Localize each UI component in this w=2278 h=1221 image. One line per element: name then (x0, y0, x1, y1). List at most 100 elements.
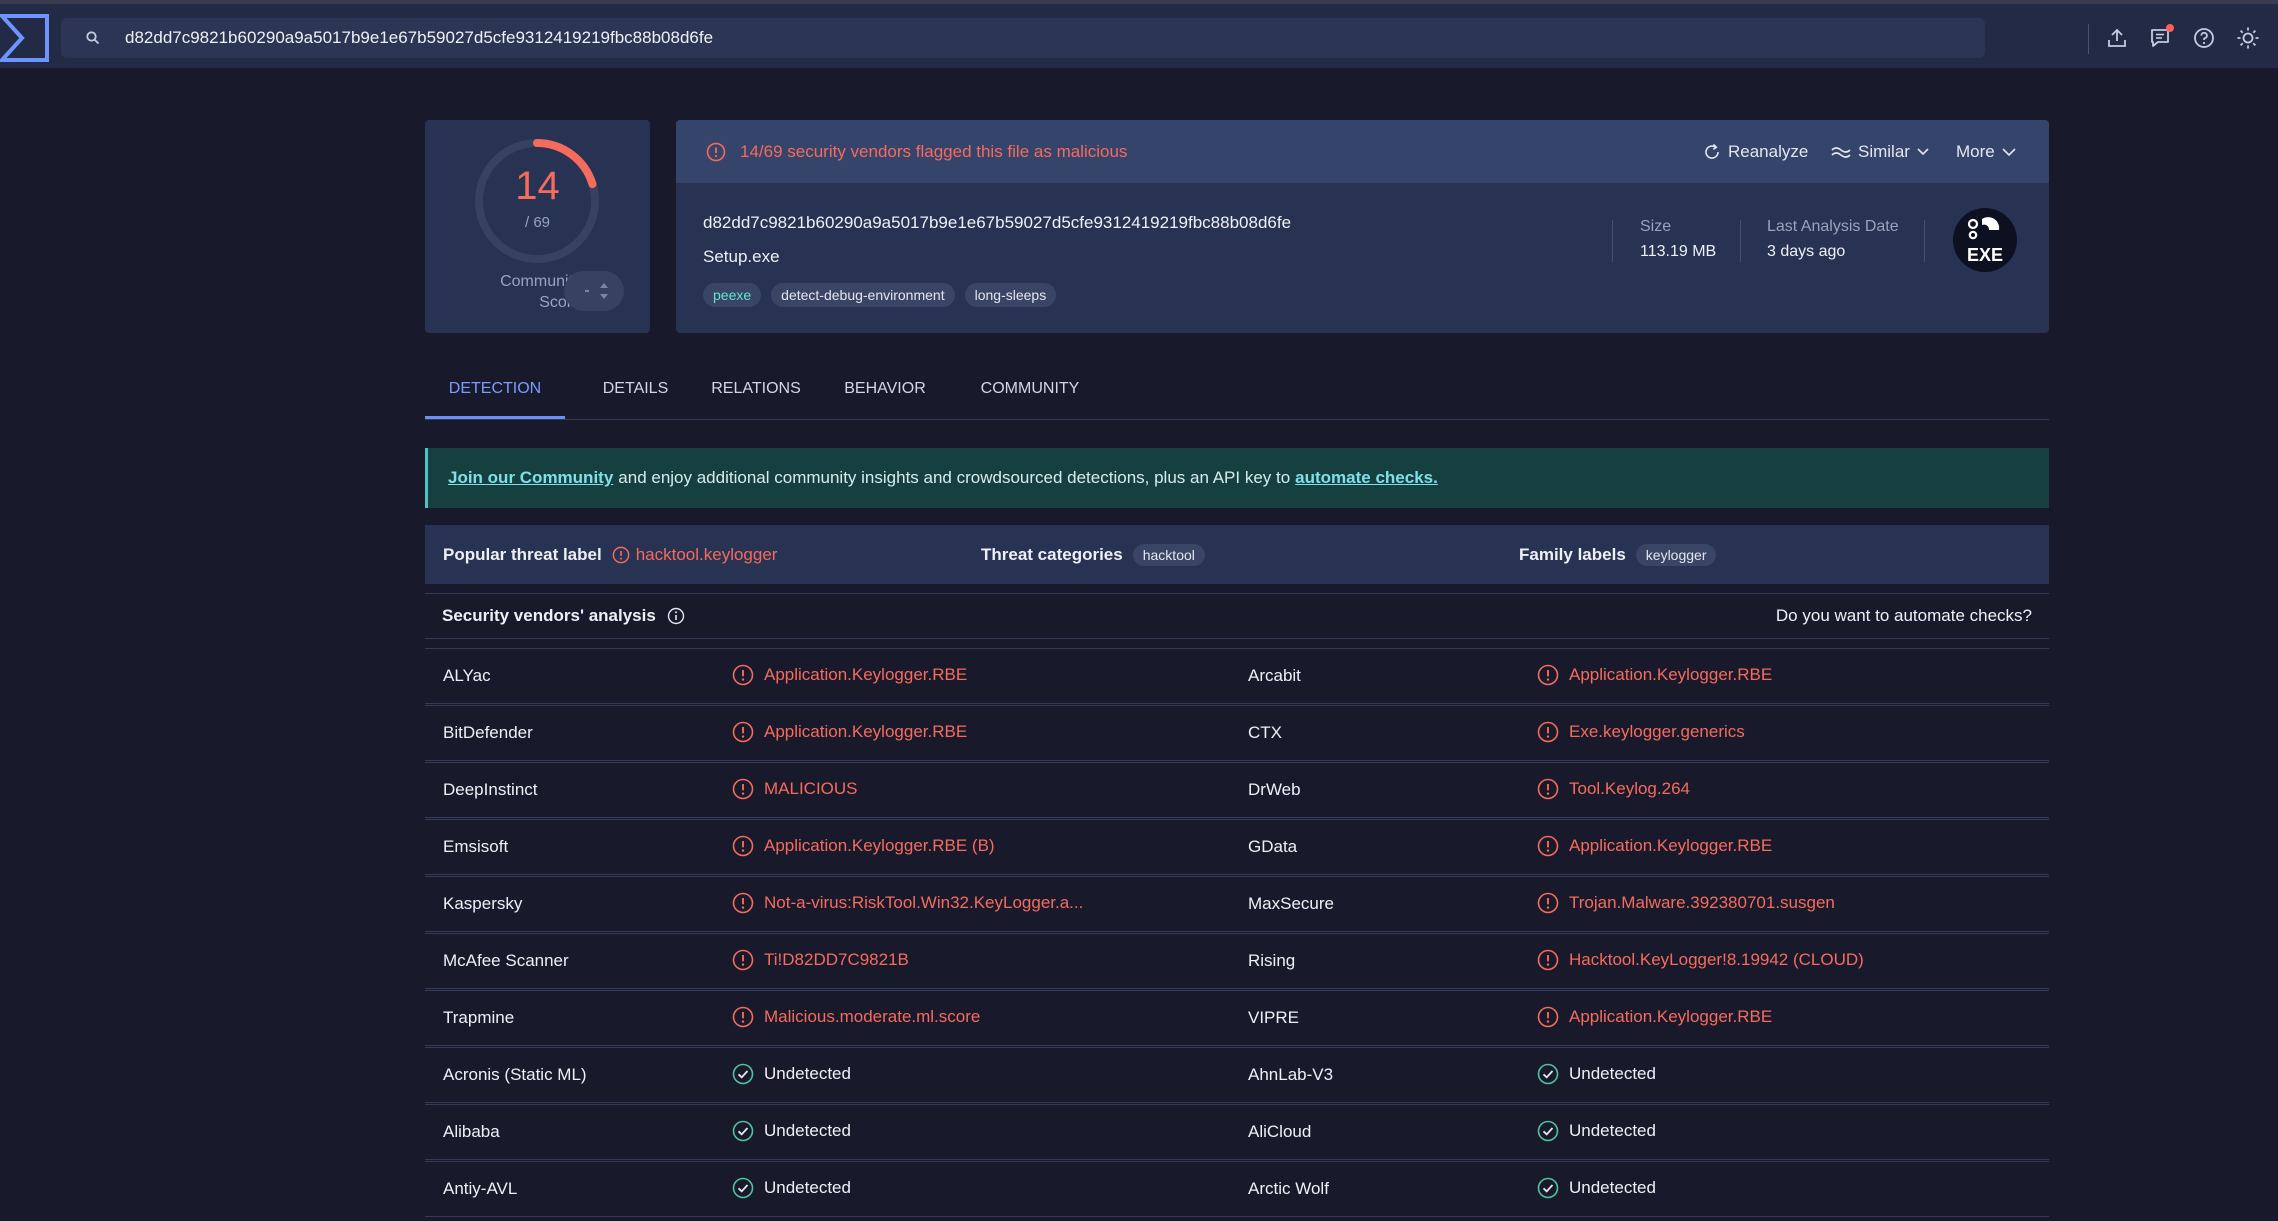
automate-checks-question[interactable]: Do you want to automate checks? (1776, 606, 2032, 626)
vendors-analysis-title: Security vendors' analysis (442, 606, 685, 626)
vendor-result[interactable]: Ti!D82DD7C9821B (732, 949, 909, 971)
reanalyze-button[interactable]: Reanalyze (1703, 141, 1808, 163)
file-summary-card: 14/69 security vendors flagged this file… (676, 120, 2049, 333)
last-analysis-label: Last Analysis Date (1767, 218, 1899, 235)
tab-detection[interactable]: DETECTION (425, 368, 565, 419)
toolbar-divider (2088, 24, 2089, 54)
alert-circle-icon (732, 835, 754, 857)
vendor-result[interactable]: Hacktool.KeyLogger!8.19942 (CLOUD) (1537, 949, 1864, 971)
help-icon[interactable] (2190, 24, 2218, 52)
vendor-result[interactable]: Exe.keylogger.generics (1537, 721, 1745, 743)
check-circle-icon (1537, 1177, 1559, 1199)
vendor-result-text: Application.Keylogger.RBE (764, 665, 968, 684)
notifications-chat-icon[interactable] (2147, 24, 2175, 52)
tag-detect-debug-environment[interactable]: detect-debug-environment (771, 283, 955, 307)
alert-circle-icon (1537, 721, 1559, 743)
chevron-down-icon (1917, 148, 1929, 156)
meta-divider (1924, 220, 1925, 262)
vendor-result-text: Undetected (1569, 1121, 1656, 1140)
theme-toggle-sun-icon[interactable] (2234, 24, 2262, 52)
alert-circle-icon (732, 778, 754, 800)
alert-circle-icon (732, 949, 754, 971)
check-circle-icon (1537, 1063, 1559, 1085)
chevron-down-icon (2002, 148, 2016, 157)
vendor-result-text: Malicious.moderate.ml.score (764, 1007, 981, 1026)
vendor-result-text: Undetected (1569, 1178, 1656, 1197)
tag-long-sleeps[interactable]: long-sleeps (964, 283, 1057, 307)
vendor-name: McAfee Scanner (443, 951, 569, 970)
popular-threat-value[interactable]: hacktool.keylogger (636, 545, 778, 565)
vendor-result: Undetected (732, 1063, 851, 1085)
tab-community[interactable]: COMMUNITY (950, 368, 1110, 419)
alert-circle-icon (1537, 664, 1559, 686)
vendor-name: GData (1248, 837, 1298, 856)
vendor-result[interactable]: Application.Keylogger.RBE (1537, 664, 1772, 686)
vendor-result[interactable]: Application.Keylogger.RBE (1537, 1006, 1772, 1028)
threat-categories-title: Threat categories (981, 544, 1123, 564)
tab-behavior[interactable]: BEHAVIOR (823, 368, 947, 419)
alert-circle-icon (1537, 778, 1559, 800)
upload-icon[interactable] (2103, 24, 2131, 52)
tag-peexe[interactable]: peexe (703, 283, 762, 307)
file-type-label: EXE (1966, 245, 2004, 265)
info-icon[interactable] (667, 607, 685, 625)
threat-categories-group: Threat categories hacktool (981, 525, 1205, 584)
similar-label: Similar (1858, 142, 1910, 161)
vendor-name: AhnLab-V3 (1248, 1065, 1334, 1084)
vendor-name: DrWeb (1248, 780, 1301, 799)
vendor-result[interactable]: Trojan.Malware.392380701.susgen (1537, 892, 1835, 914)
vendors-analysis-header: Security vendors' analysis Do you want t… (425, 593, 2049, 639)
vendor-result[interactable]: MALICIOUS (732, 778, 858, 800)
search-box[interactable] (61, 18, 1985, 58)
check-circle-icon (1537, 1120, 1559, 1142)
vendor-result[interactable]: Application.Keylogger.RBE (B) (732, 835, 995, 857)
vendor-result-text: Ti!D82DD7C9821B (764, 950, 909, 969)
file-hash[interactable]: d82dd7c9821b60290a9a5017b9e1e67b59027d5c… (703, 213, 1291, 233)
search-input[interactable] (123, 27, 1985, 49)
reanalyze-label: Reanalyze (1728, 142, 1809, 161)
size-label: Size (1640, 218, 1672, 235)
more-dropdown-button[interactable]: More (1956, 141, 2017, 163)
vendor-result[interactable]: Tool.Keylog.264 (1537, 778, 1690, 800)
vendor-result-text: Application.Keylogger.RBE (1569, 665, 1773, 684)
vendor-name: Arctic Wolf (1248, 1179, 1329, 1198)
vendor-name: Trapmine (443, 1008, 515, 1027)
vendor-row: DeepInstinct MALICIOUS DrWeb Tool.Keylog.26… (425, 762, 2049, 818)
size-value: 113.19 MB (1640, 243, 1717, 260)
automate-checks-link[interactable]: automate checks. (1295, 468, 1438, 488)
vendor-result[interactable]: Not-a-virus:RiskTool.Win32.KeyLogger.a..… (732, 892, 1083, 914)
community-banner: Join our Community and enjoy additional … (425, 448, 2049, 508)
vendor-result[interactable]: Application.Keylogger.RBE (732, 721, 967, 743)
malicious-flag-text: 14/69 security vendors flagged this file… (740, 142, 1128, 161)
tab-relations[interactable]: RELATIONS (691, 368, 821, 419)
vendor-row: Antiy-AVL Undetected Arctic Wolf Undetected (425, 1161, 2049, 1217)
vendor-result-text: MALICIOUS (764, 779, 858, 798)
alert-circle-icon (732, 721, 754, 743)
tab-details[interactable]: DETAILS (578, 368, 693, 419)
vendor-result[interactable]: Malicious.moderate.ml.score (732, 1006, 980, 1028)
vote-down-icon[interactable] (600, 294, 608, 299)
detection-total: / 69 (524, 214, 551, 231)
vote-up-icon[interactable] (600, 283, 608, 288)
vendor-result: Undetected (1537, 1177, 1656, 1199)
notification-badge (2166, 24, 2174, 32)
community-vote-control[interactable] (564, 271, 624, 311)
vendor-name: MaxSecure (1248, 894, 1334, 913)
vendor-result-text: Application.Keylogger.RBE (1569, 1007, 1773, 1026)
vendor-result[interactable]: Application.Keylogger.RBE (1537, 835, 1772, 857)
vendor-result[interactable]: Application.Keylogger.RBE (732, 664, 967, 686)
last-analysis-value: 3 days ago (1767, 243, 1846, 260)
vendor-row: Acronis (Static ML) Undetected AhnLab-V3 Un… (425, 1047, 2049, 1103)
vendor-name: Kaspersky (443, 894, 523, 913)
vendor-row: Emsisoft Application.Keylogger.RBE (B) GDa… (425, 819, 2049, 875)
family-label-pill[interactable]: keylogger (1635, 543, 1717, 566)
vendor-name: Alibaba (443, 1122, 500, 1141)
virustotal-logo-icon[interactable] (0, 14, 50, 62)
join-community-link[interactable]: Join our Community (448, 468, 613, 488)
meta-divider (1740, 220, 1741, 262)
vendor-result-text: Not-a-virus:RiskTool.Win32.KeyLogger.a..… (764, 893, 1084, 912)
threat-category-pill[interactable]: hacktool (1132, 543, 1205, 566)
vendor-result-text: Application.Keylogger.RBE (764, 722, 968, 741)
similar-dropdown-button[interactable]: Similar (1831, 141, 1930, 163)
vendor-row: McAfee Scanner Ti!D82DD7C9821B Rising Hackt… (425, 933, 2049, 989)
